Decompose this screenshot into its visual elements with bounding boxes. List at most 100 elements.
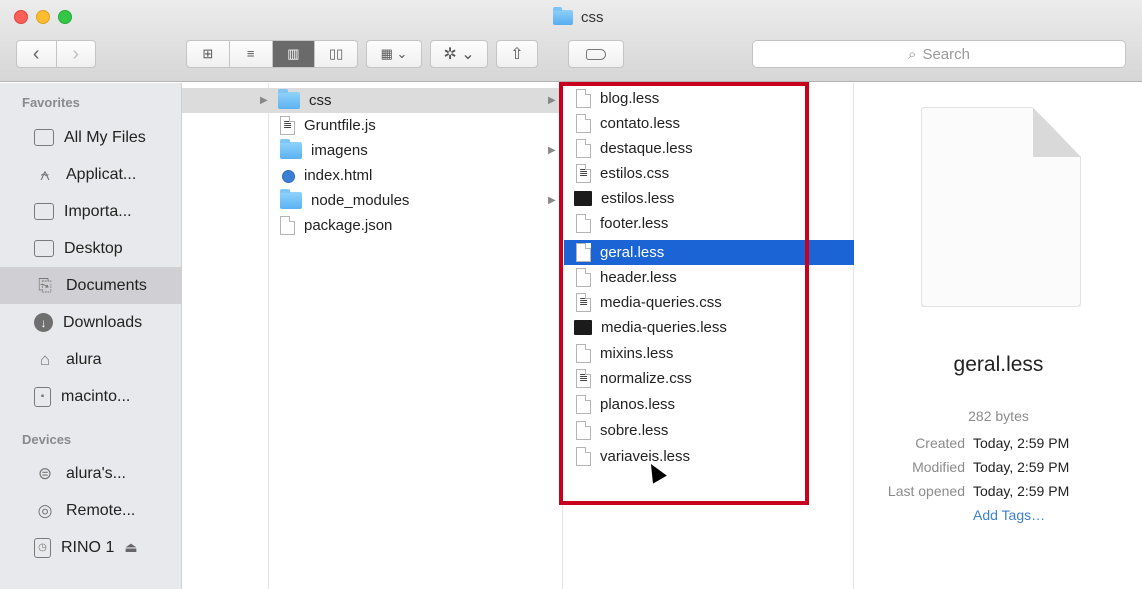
document-icon [576,369,591,388]
sidebar-item-documents[interactable]: ⎘ Documents [0,267,181,304]
sidebar-item-label: RINO 1 [61,538,115,556]
sidebar-item-desktop[interactable]: Desktop [0,230,181,267]
last-opened-label: Last opened [887,483,965,499]
preview-metadata: Created Today, 2:59 PM Modified Today, 2… [855,431,1142,527]
action-gear-button[interactable]: ✲ ⌄ [430,40,488,68]
close-window-button[interactable] [14,10,28,24]
list-item[interactable]: Gruntfile.js [280,113,560,138]
list-item[interactable]: normalize.css [576,366,852,391]
icon-view-button[interactable]: ⊞ [187,41,230,67]
modified-label: Modified [912,459,965,475]
list-item[interactable]: sobre.less [576,418,852,443]
column-css: blog.less contato.less destaque.less est… [564,83,854,589]
view-mode-buttons: ⊞ ≡ ▥ ▯▯ [186,40,358,68]
sidebar-item-alura[interactable]: ⌂ alura [0,341,181,378]
file-icon [280,216,295,235]
sidebar-item-rino[interactable]: ◷ RINO 1 ⏏ [0,529,181,566]
window-title-text: css [581,9,604,26]
sidebar-item-label: alura's... [66,464,126,482]
list-item[interactable]: node_modules ▶ [280,188,560,213]
modified-value: Today, 2:59 PM [973,459,1070,475]
sidebar-item-all-my-files[interactable]: All My Files [0,119,181,156]
document-icon [576,293,591,312]
forward-button[interactable]: › [57,41,96,67]
list-item[interactable]: contato.less [576,111,852,136]
list-view-button[interactable]: ≡ [230,41,273,67]
disclosure-arrow-icon: ▶ [260,95,268,106]
file-icon [576,344,591,363]
list-item[interactable]: variaveis.less [576,444,852,469]
file-icon [576,421,591,440]
list-item[interactable]: estilos.css [576,161,852,186]
sidebar-item-remote-disc[interactable]: ◎ Remote... [0,492,181,529]
sidebar-item-downloads[interactable]: ↓ Downloads [0,304,181,341]
share-button[interactable]: ⇧ [496,40,538,68]
documents-icon: ⎘ [38,275,52,295]
arrange-button[interactable]: ▦ ⌄ [366,40,422,68]
folder-icon [280,139,302,159]
sidebar-item-label: alura [66,350,102,368]
list-item[interactable]: media-queries.less [574,315,852,340]
last-opened-row: Last opened Today, 2:59 PM [855,479,1142,503]
sidebar: Favorites All My Files ⍲ Applicat... Imp… [0,83,182,589]
time-machine-icon: ◷ [34,537,51,558]
list-item-label: geral.less [600,244,665,261]
search-field[interactable]: ⌕ Search [752,40,1126,68]
created-row: Created Today, 2:59 PM [855,431,1142,455]
sidebar-item-label: Importa... [64,202,132,220]
column-view-button[interactable]: ▥ [272,41,316,67]
zoom-window-button[interactable] [58,10,72,24]
list-item[interactable]: imagens ▶ [280,138,560,163]
list-item[interactable]: blog.less [576,86,852,111]
list-item[interactable]: footer.less [576,211,852,236]
list-item-selected[interactable]: geral.less [564,240,854,265]
file-preview-icon [921,107,1081,307]
sidebar-item-importa[interactable]: Importa... [0,193,181,230]
list-item-css-folder[interactable]: ▶ css ▶ [182,88,563,113]
search-icon: ⌕ [908,45,917,63]
sidebar-item-label: Downloads [63,313,143,331]
list-item[interactable]: mixins.less [576,341,852,366]
eject-icon[interactable]: ⏏ [124,539,137,556]
sidebar-item-applications[interactable]: ⍲ Applicat... [0,156,181,193]
column-parent [182,83,269,589]
column-project: ▶ css ▶ Gruntfile.js imagens ▶ index.htm… [182,83,563,589]
list-item-label: header.less [600,269,677,286]
list-item[interactable]: planos.less [576,392,852,417]
list-item-label: blog.less [600,90,660,107]
created-value: Today, 2:59 PM [973,435,1070,451]
back-button[interactable]: ‹ [17,41,57,67]
edit-tags-button[interactable] [568,40,624,68]
list-item-label: Gruntfile.js [304,117,376,134]
sidebar-item-alura-computer[interactable]: ⊜ alura's... [0,455,181,492]
preview-file-size: 282 bytes [968,408,1029,424]
home-icon: ⌂ [39,349,51,369]
list-item-label: estilos.less [601,190,675,207]
sidebar-item-macintosh[interactable]: ▪ macinto... [0,378,181,415]
list-item-label: imagens [311,142,368,159]
add-tags-link[interactable]: Add Tags… [973,507,1045,523]
file-icon [576,447,591,466]
list-item-label: package.json [304,217,393,234]
list-item-label: normalize.css [600,370,692,387]
html-file-icon [280,166,295,185]
created-label: Created [915,435,965,451]
list-item-label: footer.less [600,215,669,232]
list-item[interactable]: estilos.less [574,186,852,211]
list-item-label: sobre.less [600,422,669,439]
cover-flow-button[interactable]: ▯▯ [315,41,357,67]
remote-disc-icon: ◎ [37,500,53,520]
minimize-window-button[interactable] [36,10,50,24]
file-icon [576,139,591,158]
folder-icon [553,7,573,25]
list-item-label: media-queries.css [600,294,722,311]
computer-icon: ⊜ [37,463,53,483]
disclosure-arrow-icon: ▶ [548,95,556,106]
list-item[interactable]: index.html [280,163,560,188]
list-item[interactable]: header.less [576,265,852,290]
sidebar-item-label: macinto... [61,387,131,405]
list-item[interactable]: package.json [280,213,560,238]
list-item-label: media-queries.less [601,319,727,336]
list-item[interactable]: destaque.less [576,136,852,161]
list-item[interactable]: media-queries.css [576,290,852,315]
